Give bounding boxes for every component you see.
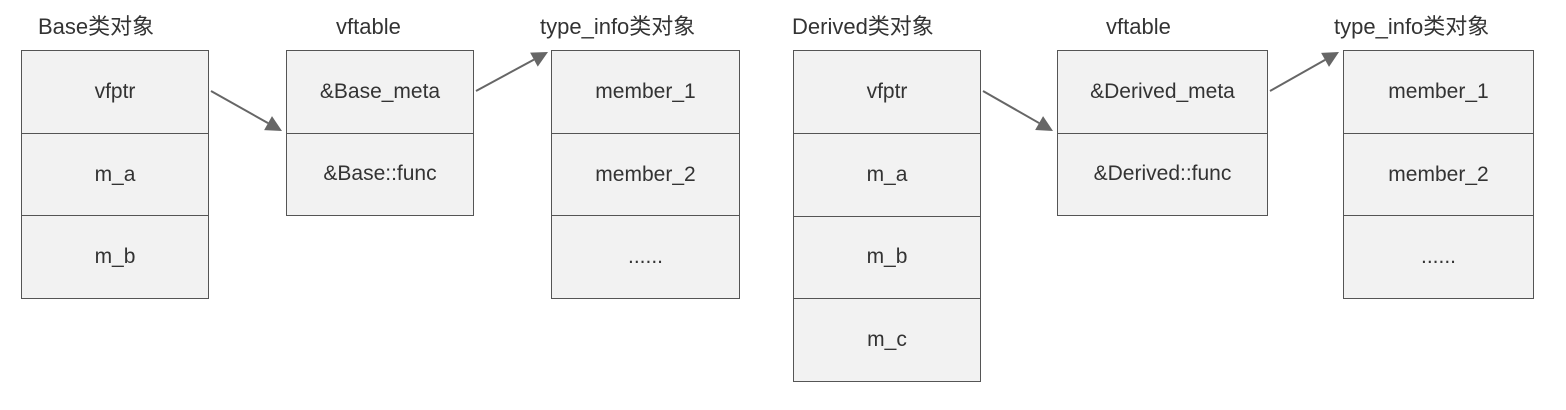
derived-type-info-member-2: member_2 (1344, 134, 1533, 217)
base-vftable-box: &Base_meta &Base::func (286, 50, 474, 216)
derived-vftable-entry-func: &Derived::func (1093, 162, 1232, 186)
base-type-info-member-2: member_2 (552, 134, 739, 217)
arrow-base-vfptr-to-vftable (210, 90, 282, 131)
arrow-base-meta-to-type-info (475, 52, 548, 92)
derived-vftable-entry-meta: &Derived_meta (1058, 51, 1267, 134)
base-object-title: Base类对象 (38, 14, 155, 39)
derived-type-info-ellipsis: ...... (1420, 245, 1456, 269)
derived-type-info-box: member_1 member_2 ...... (1343, 50, 1534, 299)
derived-field-vfptr: vfptr (794, 51, 980, 134)
derived-object-title: Derived类对象 (792, 14, 934, 39)
base-field-vfptr: vfptr (22, 51, 208, 134)
derived-field-m-c: m_c (867, 328, 907, 352)
derived-vftable-box: &Derived_meta &Derived::func (1057, 50, 1268, 216)
base-type-info-title: type_info类对象 (540, 14, 696, 39)
pointer-arrows (210, 52, 1339, 131)
base-vftable-entry-func: &Base::func (323, 162, 437, 186)
base-vftable-entry-meta: &Base_meta (287, 51, 473, 134)
base-type-info-member-1: member_1 (552, 51, 739, 134)
derived-field-m-a: m_a (794, 134, 980, 217)
base-field-m-a: m_a (22, 134, 208, 217)
base-object-box: vfptr m_a m_b (21, 50, 209, 299)
base-type-info-ellipsis: ...... (627, 245, 663, 269)
derived-type-info-title: type_info类对象 (1334, 14, 1490, 39)
derived-field-m-b: m_b (794, 217, 980, 300)
base-vftable-title: vftable (336, 14, 401, 39)
arrow-derived-vfptr-to-vftable (982, 90, 1053, 131)
derived-vftable-title: vftable (1106, 14, 1171, 39)
base-type-info-box: member_1 member_2 ...... (551, 50, 740, 299)
derived-type-info-member-1: member_1 (1344, 51, 1533, 134)
arrow-derived-meta-to-type-info (1269, 52, 1339, 92)
derived-object-box: vfptr m_a m_b m_c (793, 50, 981, 382)
base-field-m-b: m_b (94, 245, 136, 269)
